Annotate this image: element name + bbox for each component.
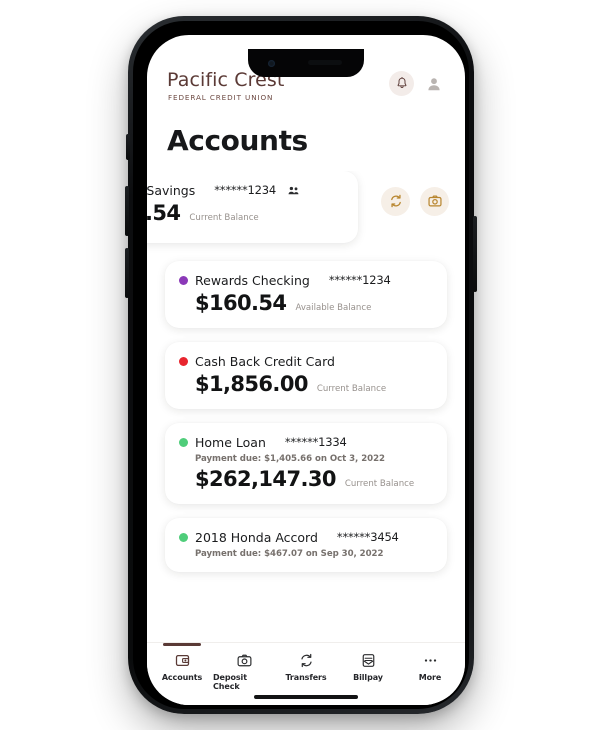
phone-mute-switch[interactable]	[126, 134, 130, 160]
joint-account-icon	[288, 186, 299, 195]
account-title-row: Cash Back Credit Card	[179, 354, 433, 369]
deposit-check-action-button[interactable]	[420, 186, 449, 216]
ellipsis-icon	[423, 652, 438, 669]
account-card[interactable]: 2018 Honda Accord ******3454 Payment due…	[165, 517, 447, 572]
nav-item-billpay[interactable]: Billpay	[337, 643, 399, 691]
account-balance-row: 0.54 Current Balance	[147, 201, 344, 225]
earpiece-speaker	[308, 60, 342, 65]
account-number-mask: ******1334	[284, 435, 347, 450]
account-name: Cash Back Credit Card	[195, 353, 335, 369]
account-card[interactable]: ip Savings ******1234	[147, 170, 358, 243]
account-name: ip Savings	[147, 182, 196, 198]
nav-label: Billpay	[353, 673, 383, 682]
wallet-icon	[175, 652, 190, 669]
account-card[interactable]: Home Loan ******1334 Payment due: $1,405…	[165, 422, 447, 504]
account-status-dot	[179, 437, 188, 447]
account-name: Home Loan	[195, 434, 266, 450]
nav-label: Accounts	[161, 673, 203, 682]
account-balance-row: $160.54 Available Balance	[179, 291, 433, 315]
notifications-button[interactable]	[389, 71, 414, 96]
account-balance-row: $1,856.00 Current Balance	[179, 372, 433, 396]
home-indicator[interactable]	[254, 695, 358, 699]
account-title-row: Home Loan ******1334	[179, 435, 433, 450]
account-number-mask: ******1234	[328, 273, 391, 288]
account-title-row: Rewards Checking ******1234	[179, 273, 433, 288]
nav-label: Deposit Check	[213, 673, 247, 691]
accounts-list[interactable]: ip Savings ******1234	[147, 170, 465, 603]
header-actions	[389, 69, 445, 96]
active-tab-indicator	[163, 643, 201, 646]
account-title-row: 2018 Honda Accord ******3454	[179, 530, 433, 545]
nav-item-more[interactable]: More	[399, 643, 461, 691]
nav-item-accounts[interactable]: Accounts	[151, 643, 213, 691]
account-balance-row: $262,147.30 Current Balance	[179, 467, 433, 491]
account-status-dot	[179, 275, 188, 285]
transfer-arrows-icon	[390, 195, 401, 208]
account-balance: $262,147.30	[195, 466, 336, 491]
account-balance-label: Current Balance	[316, 383, 387, 394]
account-balance-label: Available Balance	[295, 302, 372, 313]
account-status-dot	[179, 356, 188, 366]
account-balance: $160.54	[195, 290, 287, 315]
account-number-mask: ******1234	[214, 183, 276, 198]
phone-power-button[interactable]	[473, 216, 477, 292]
swipe-action-buttons	[381, 186, 449, 216]
account-balance-label: Current Balance	[189, 212, 259, 223]
account-title-row: ip Savings ******1234	[147, 183, 344, 198]
phone-device-frame: Pacific Crest FEDERAL CREDIT UNION Accou…	[125, 16, 477, 714]
camera-icon	[427, 195, 442, 207]
nav-label: Transfers	[285, 673, 327, 682]
front-camera-icon	[268, 60, 275, 67]
account-row-swiped[interactable]: ip Savings ******1234	[147, 170, 465, 251]
account-status-dot	[179, 532, 188, 542]
payment-due-text: Payment due: $467.07 on Sep 30, 2022	[195, 548, 384, 559]
transfer-arrows-icon	[299, 652, 314, 669]
phone-screen: Pacific Crest FEDERAL CREDIT UNION Accou…	[147, 35, 465, 705]
phone-notch	[248, 49, 364, 77]
envelope-doc-icon	[361, 652, 376, 669]
nav-label: More	[418, 673, 442, 682]
phone-volume-down-button[interactable]	[125, 248, 129, 298]
nav-item-deposit-check[interactable]: Deposit Check	[213, 643, 275, 691]
brand-subtitle: FEDERAL CREDIT UNION	[168, 92, 274, 102]
account-name: 2018 Honda Accord	[195, 529, 318, 545]
camera-icon	[237, 652, 252, 669]
transfer-action-button[interactable]	[381, 186, 410, 216]
page-title: Accounts	[167, 123, 308, 157]
account-number-mask: ******3454	[336, 530, 399, 545]
account-balance: 0.54	[147, 200, 181, 225]
account-balance: $1,856.00	[195, 371, 308, 396]
phone-bezel: Pacific Crest FEDERAL CREDIT UNION Accou…	[133, 21, 469, 709]
account-card[interactable]: Cash Back Credit Card $1,856.00 Current …	[165, 341, 447, 409]
bell-icon	[397, 77, 406, 88]
account-card[interactable]: Rewards Checking ******1234 $160.54 Avai…	[165, 260, 447, 328]
phone-volume-up-button[interactable]	[125, 186, 129, 236]
profile-button[interactable]	[423, 73, 445, 95]
payment-due-text: Payment due: $1,405.66 on Oct 3, 2022	[195, 453, 385, 464]
account-name: Rewards Checking	[195, 272, 310, 288]
nav-item-transfers[interactable]: Transfers	[275, 643, 337, 691]
account-balance-label: Current Balance	[344, 478, 415, 489]
person-icon	[428, 77, 440, 90]
